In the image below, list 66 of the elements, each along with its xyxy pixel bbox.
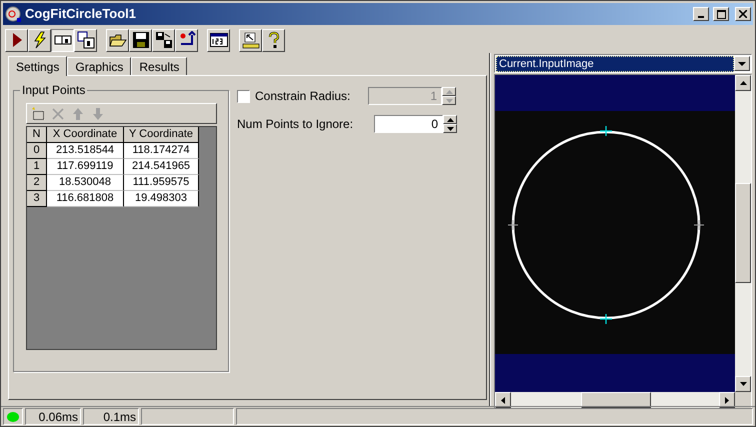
table-cell: 214.541965	[124, 159, 199, 175]
table-cell: 117.699119	[47, 159, 124, 175]
tab[interactable]: Graphics	[67, 57, 132, 75]
scroll-left-button[interactable]	[495, 392, 511, 408]
group-title: Input Points	[20, 83, 88, 97]
scroll-thumb[interactable]	[735, 183, 751, 283]
spin-down-button[interactable]	[443, 124, 457, 133]
caret-up-icon	[446, 118, 454, 122]
spin-up-button[interactable]	[442, 87, 456, 96]
caret-up-icon	[740, 81, 746, 85]
windows-icon	[76, 31, 94, 49]
scroll-up-button[interactable]	[735, 75, 751, 91]
caret-up-icon	[446, 90, 452, 94]
status-time: 0.1ms	[83, 408, 139, 425]
table-cell: 18.530048	[47, 175, 124, 191]
maximize-button[interactable]	[713, 7, 729, 21]
table-cell: 19.498303	[124, 191, 199, 207]
image-arrow-icon	[242, 31, 260, 49]
close-button[interactable]	[735, 7, 751, 21]
delete-icon	[51, 106, 65, 120]
row-header: 0	[27, 143, 47, 159]
numbers-icon	[210, 31, 228, 49]
spin-up-button[interactable]	[443, 115, 457, 124]
number-field[interactable]: 0	[374, 115, 443, 133]
caret-down-icon	[738, 62, 746, 66]
minimize-button[interactable]	[693, 7, 709, 21]
column-header: N	[27, 127, 47, 143]
vertical-scrollbar[interactable]	[735, 75, 751, 392]
status-led-icon	[7, 412, 19, 422]
table-cell: 213.518544	[47, 143, 124, 159]
caret-down-icon	[446, 98, 452, 102]
scroll-thumb[interactable]	[581, 392, 651, 408]
table-cell: 118.174274	[124, 143, 199, 159]
tab[interactable]: Settings	[8, 56, 68, 76]
app-icon	[5, 6, 21, 22]
maximize-icon	[716, 10, 726, 18]
column-header: X Coordinate	[47, 127, 124, 143]
scroll-down-button[interactable]	[735, 376, 751, 392]
window-title: CogFitCircleTool1	[25, 5, 137, 24]
caret-left-icon	[501, 396, 505, 404]
caret-right-icon	[725, 396, 729, 404]
arrow-down-icon	[91, 106, 105, 120]
row-header: 3	[27, 191, 47, 207]
floppy-disks-icon	[154, 31, 172, 49]
toolbar-button[interactable]	[51, 28, 74, 52]
scroll-right-button[interactable]	[719, 392, 735, 408]
spin-down-button[interactable]	[442, 96, 456, 105]
tab[interactable]: Results	[131, 57, 188, 75]
image-dropdown[interactable]: Current.InputImage	[494, 54, 752, 73]
table-cell: 116.681808	[47, 191, 124, 207]
new-item-icon	[31, 106, 45, 120]
checkbox-label: Constrain Radius:	[255, 88, 352, 105]
caret-down-icon	[740, 382, 746, 386]
dropdown-button[interactable]	[734, 56, 750, 71]
status-time: 0.06ms	[25, 408, 81, 425]
list-tool-button[interactable]	[31, 106, 45, 120]
row-header: 2	[27, 175, 47, 191]
table-cell: 111.959575	[124, 175, 199, 191]
field-label: Num Points to Ignore:	[237, 116, 354, 133]
caret-down-icon	[446, 126, 454, 130]
column-header: Y Coordinate	[124, 127, 199, 143]
horizontal-scrollbar[interactable]	[495, 392, 735, 408]
dropdown-value: Current.InputImage	[496, 56, 734, 72]
close-icon	[739, 10, 747, 18]
arrow-up-icon	[71, 106, 85, 120]
row-header: 1	[27, 159, 47, 175]
